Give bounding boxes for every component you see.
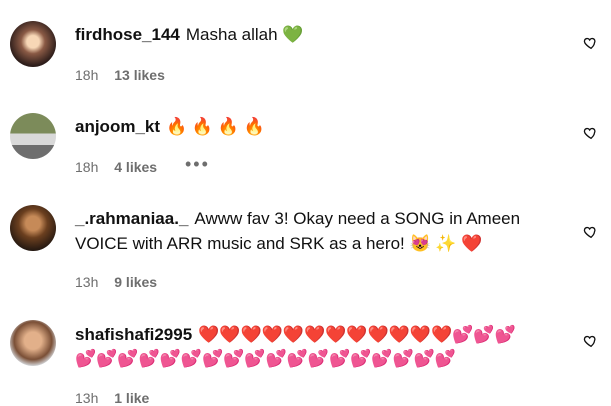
avatar[interactable] <box>10 113 56 159</box>
comment-username[interactable]: shafishafi2995 <box>75 325 192 344</box>
comment-time[interactable]: 18h <box>75 67 98 83</box>
comment-hearts-line-2: 💕💕💕💕💕💕💕💕💕💕💕💕💕💕💕💕💕💕 <box>75 349 457 368</box>
avatar[interactable] <box>10 320 56 366</box>
comment-likes[interactable]: 9 likes <box>114 274 157 290</box>
comment-likes[interactable]: 4 likes <box>114 159 157 175</box>
comment-hearts-line-1: ❤️❤️❤️❤️❤️❤️❤️❤️❤️❤️❤️❤️💕💕💕 <box>198 325 516 344</box>
comment-likes[interactable]: 13 likes <box>114 67 165 83</box>
comment-text: Masha allah 💚 <box>185 25 304 44</box>
heart-outline-icon[interactable] <box>583 224 599 240</box>
comment-text-line-1: Awww fav 3! Okay need a SONG in Ameen <box>194 209 521 228</box>
heart-outline-icon[interactable] <box>583 35 599 51</box>
comment-time[interactable]: 18h <box>75 159 98 175</box>
comment-username[interactable]: _.rahmaniaa._ <box>75 209 188 228</box>
comment-username[interactable]: firdhose_144 <box>75 25 180 44</box>
more-options-icon[interactable]: ••• <box>185 154 210 175</box>
comment-time[interactable]: 13h <box>75 274 98 290</box>
comment-username[interactable]: anjoom_kt <box>75 117 160 136</box>
heart-outline-icon[interactable] <box>583 333 599 349</box>
comment-text-line-2: VOICE with ARR music and SRK as a hero! … <box>75 234 483 253</box>
comment-text: 🔥 🔥 🔥 🔥 <box>166 117 265 136</box>
heart-outline-icon[interactable] <box>583 125 599 141</box>
avatar[interactable] <box>10 21 56 67</box>
comment-time[interactable]: 13h <box>75 390 98 406</box>
avatar[interactable] <box>10 205 56 251</box>
comment-likes[interactable]: 1 like <box>114 390 149 406</box>
